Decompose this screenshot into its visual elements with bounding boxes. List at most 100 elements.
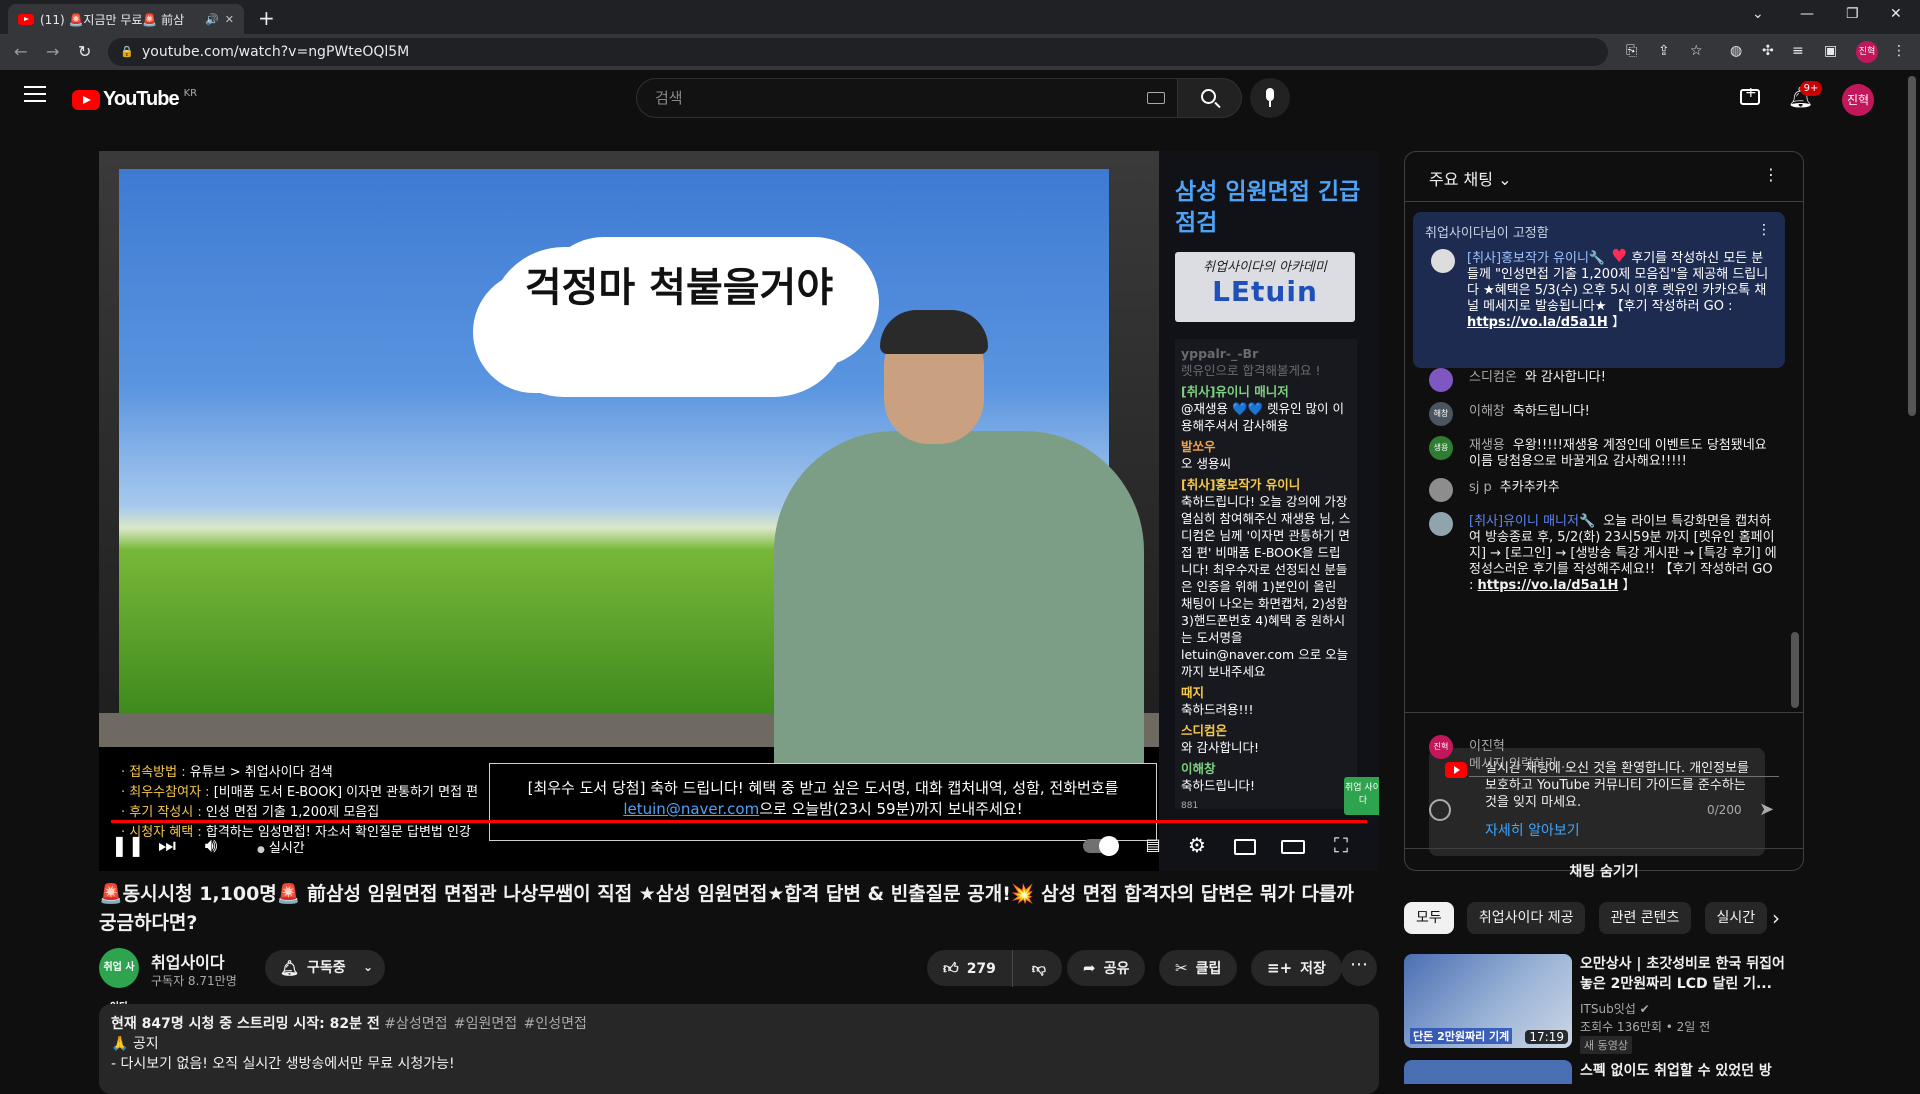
announcement-box: [최우수 도서 당첨] 축하 드립니다! 혜택 중 받고 싶은 도서명, 대화 … [489,763,1157,841]
pinned-author[interactable]: [취사]홍보작가 유이니🔧 [1467,251,1605,266]
clip-button[interactable]: ✂ 클립 [1159,950,1238,986]
extensions-icon[interactable]: ✣ [1762,43,1774,59]
region-code: KR [183,88,198,99]
bookmark-star-icon[interactable]: ☆ [1690,43,1703,59]
chevron-right-icon[interactable]: › [1772,902,1780,934]
chat-link[interactable]: https://vo.la/d5a1H [1478,578,1619,593]
overlay-chat-name: [취사]홍보작가 유이니 [1181,477,1301,492]
channel-avatar[interactable]: 취업 사이다 [99,948,139,1013]
video-thumbnail[interactable] [1404,1060,1572,1084]
speaker-icon[interactable]: 🔊 [205,13,219,26]
video-player[interactable]: 걱정마 척붙을거야 삼성 임원면접 긴급점검 취업사이다의 아카데미 LEtui… [99,151,1379,871]
account-avatar[interactable]: 진혁 [1842,84,1874,116]
chat-author[interactable]: sj p [1469,480,1492,495]
overlay-chat-text: @재생용 💙💙 렛유인 많이 이용해주셔서 감사해용 [1181,401,1345,433]
chat-text-end: 】 [1622,578,1636,593]
video-frame: 걱정마 척붙을거야 [99,151,1159,771]
chat-messages: 스디컴온 와 감사합니다! 해창 이해창 축하드립니다! 생용 재생용 우왕!!!!!재생… [1429,368,1779,604]
side-panel-icon[interactable]: ▣ [1824,43,1837,59]
youtube-logo[interactable]: YouTube KR [72,88,197,111]
search-input[interactable]: 검색 [636,78,1178,118]
subscribed-button[interactable]: 🔔︎ 구독중 ⌄ [265,950,385,986]
live-label[interactable]: 실시간 [257,837,305,856]
chat-author[interactable]: 이해창 [1469,404,1505,419]
tab-close-icon[interactable]: ✕ [225,13,234,26]
emoji-icon[interactable] [1429,799,1451,821]
share-button[interactable]: ➦ 공유 [1067,950,1146,986]
chat-author[interactable]: 스디컴온 [1469,370,1517,385]
dislike-button[interactable]: 👎︎ [1018,961,1046,977]
window-close-icon[interactable]: ✕ [1890,6,1902,22]
media-control-icon[interactable]: ≡ [1792,43,1804,59]
chip-live[interactable]: 실시간 [1704,902,1768,934]
browser-menu-icon[interactable]: ⋮ [1892,43,1906,59]
page-scrollbar[interactable] [1906,72,1918,1080]
send-icon[interactable]: ➤ [1759,799,1774,820]
pinned-link[interactable]: https://vo.la/d5a1H [1467,315,1608,330]
banner-line: · 최우수참여자 : [비매품 도서 E-BOOK] 이자면 관통하기 면접 편 [121,783,501,803]
like-button[interactable]: 👍︎ 279 [943,950,1013,987]
pinned-menu-icon[interactable]: ⋮ [1757,222,1771,238]
recommended-video[interactable]: 단돈 2만원짜리 기계 17:19 오만상사 | 초갓성비로 한국 뒤집어놓은 … [1404,954,1804,1054]
restore-icon[interactable]: ❐ [1846,6,1859,22]
chat-avatar [1429,478,1453,502]
minimize-icon[interactable]: — [1800,6,1814,22]
share-icon[interactable]: ⇪ [1658,43,1670,59]
hashtag[interactable]: #임원면접 [454,1016,517,1032]
chat-message-input[interactable]: 메시지 입력하기... [1469,755,1779,777]
chat-author[interactable]: [취사]유이니 매니저🔧 [1469,514,1595,529]
profile-avatar[interactable]: 진혁 [1856,41,1878,63]
autoplay-toggle[interactable] [1083,836,1119,856]
recommended-channel[interactable]: ITSub잇섭 ✔ [1580,1000,1650,1017]
pause-icon[interactable]: ❚❚ [111,831,145,859]
recommended-title[interactable]: 스펙 없이도 취업할 수 있었던 방 [1580,1060,1772,1080]
voice-search-icon[interactable] [1250,78,1290,118]
overlay-chat-item: 스디컴온 와 감사합니다! [1181,722,1351,756]
banner-key: · 후기 작성시 : [121,805,202,820]
create-video-icon[interactable] [1740,85,1760,105]
settings-gear-icon[interactable]: ⚙ [1183,831,1211,859]
fullscreen-icon[interactable]: ⛶ [1327,831,1355,859]
chip-channel[interactable]: 취업사이다 제공 [1466,902,1586,934]
description-box[interactable]: 현재 847명 시청 중 스트리밍 시작: 82분 전 #삼성면접 #임원면접 … [99,1004,1379,1094]
search-button[interactable] [1178,78,1242,118]
back-icon[interactable]: ← [14,42,27,61]
hashtag[interactable]: #인성면접 [524,1016,587,1032]
new-tab-icon[interactable]: + [258,6,275,30]
next-icon[interactable]: ⏭︎ [153,831,181,859]
reload-icon[interactable]: ↻ [78,42,91,61]
volume-icon[interactable]: 🔊︎ [197,831,225,859]
chat-menu-icon[interactable]: ⋮ [1763,165,1779,184]
miniplayer-icon[interactable] [1231,831,1259,859]
keyboard-icon[interactable] [1147,92,1165,104]
save-button[interactable]: ≡+ 저장 [1251,950,1342,986]
subtitles-icon[interactable]: ▤ [1139,831,1167,859]
hashtag[interactable]: #삼성면접 [384,1016,447,1032]
chat-author[interactable]: 재생용 [1469,438,1505,453]
chat-mode-dropdown[interactable]: 주요 채팅 ⌄ [1429,166,1511,190]
video-thumbnail[interactable]: 단돈 2만원짜리 기계 17:19 [1404,954,1572,1048]
chip-all[interactable]: 모두 [1404,902,1454,934]
chat-scrollbar[interactable] [1791,632,1799,708]
chip-related[interactable]: 관련 콘텐츠 [1598,902,1692,934]
scrollbar-thumb[interactable] [1908,76,1916,416]
hide-chat-button[interactable]: 채팅 숨기기 [1405,848,1803,896]
browser-tab[interactable]: (11) 🚨지금만 무료🚨 前삼 🔊 ✕ [8,4,244,34]
description-line: 🙏 공지 [111,1036,159,1052]
install-icon[interactable]: ⎘ [1626,43,1637,59]
presenter-hair [880,310,988,354]
recommended-title[interactable]: 오만상사 | 초갓성비로 한국 뒤집어놓은 2만원짜리 LCD 달린 기... [1580,954,1790,994]
subscribe-label: 구독중 [307,960,346,976]
banner-value: [비매품 도서 E-BOOK] 이자면 관통하기 면접 편 [213,785,479,800]
url-field[interactable]: 🔒 youtube.com/watch?v=ngPWteOQl5M [108,38,1608,66]
channel-badge: 취업 사이다 [1344,777,1379,815]
more-actions-icon[interactable]: ⋯ [1341,950,1377,986]
guide-menu-icon[interactable] [24,86,46,107]
tab-search-icon[interactable]: ⌄ [1752,6,1764,22]
recommended-video[interactable]: 스펙 없이도 취업할 수 있었던 방 [1404,1060,1804,1084]
progress-bar[interactable] [111,820,1367,823]
translate-icon[interactable]: ◍ [1730,43,1742,59]
channel-name[interactable]: 취업사이다 [151,949,225,973]
forward-icon[interactable]: → [46,42,59,61]
theater-mode-icon[interactable] [1279,831,1307,859]
